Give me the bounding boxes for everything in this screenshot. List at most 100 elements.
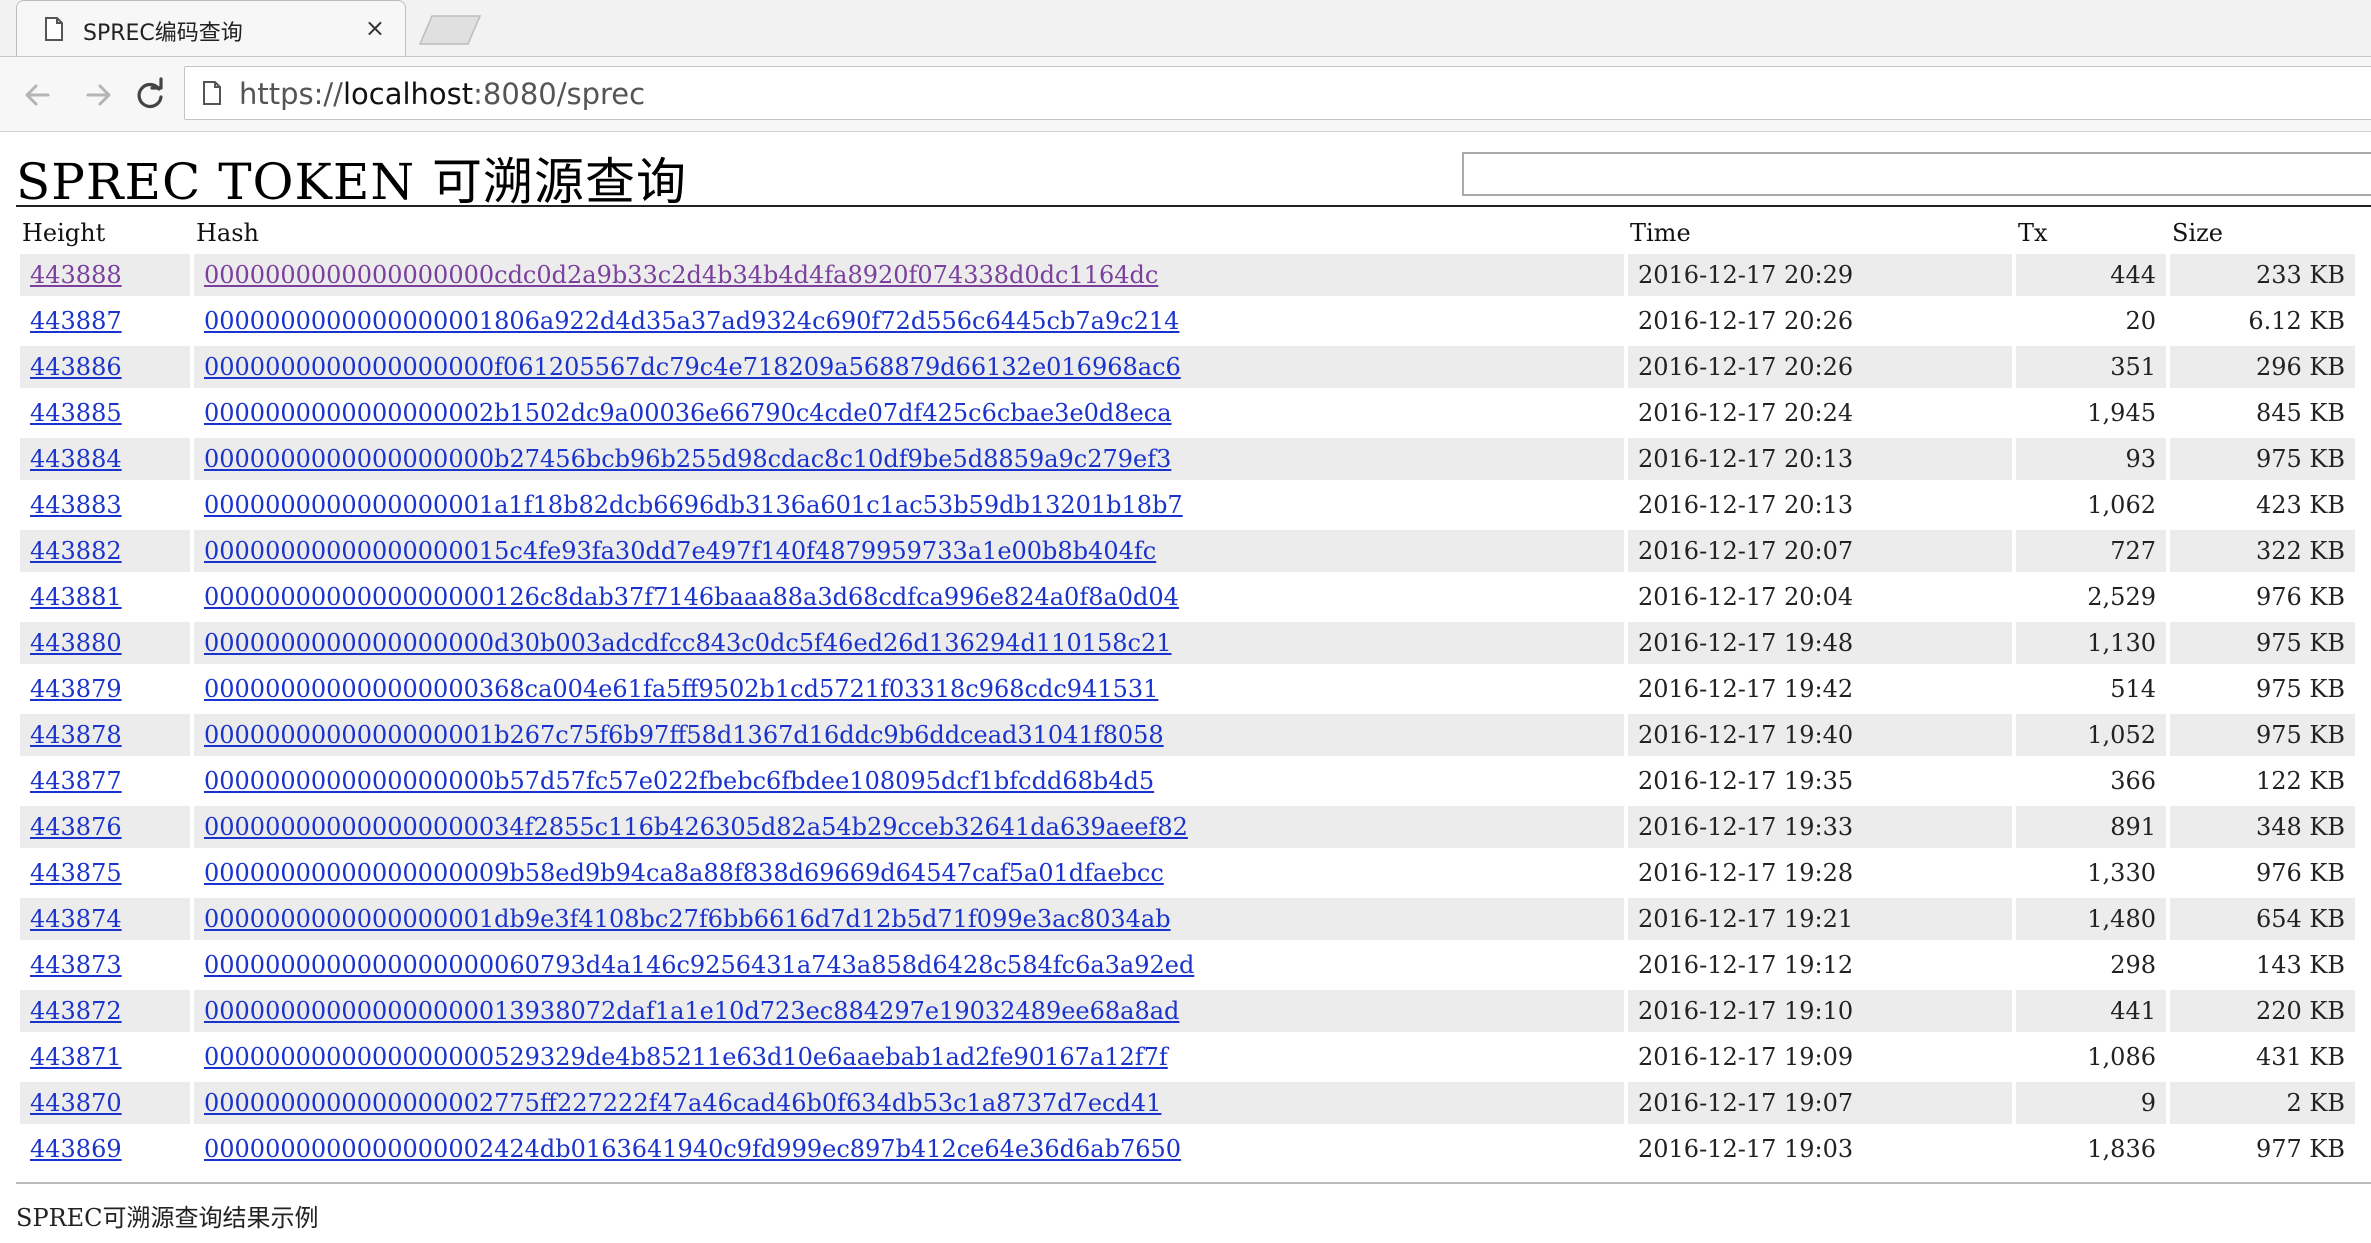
table-cell-height: 443870 [20, 1082, 190, 1124]
close-icon[interactable]: × [365, 14, 385, 42]
block-time: 2016-12-17 19:12 [1638, 951, 1854, 979]
block-time: 2016-12-17 19:48 [1638, 629, 1854, 657]
table-cell-tx: 444 [2016, 254, 2166, 296]
block-height-link[interactable]: 443881 [30, 583, 122, 611]
block-tx-count: 1,836 [2087, 1135, 2156, 1163]
block-hash-link[interactable]: 0000000000000000000b27456bcb96b255d98cda… [204, 445, 1171, 473]
block-tx-count: 351 [2110, 353, 2156, 381]
table-row: 443877 0000000000000000000b57d57fc57e022f… [20, 760, 2355, 802]
url-text: https://localhost:8080/sprec [239, 77, 645, 111]
table-cell-time: 2016-12-17 20:04 [1628, 576, 2012, 618]
table-cell-height: 443879 [20, 668, 190, 710]
table-header-row: Height Hash Time Tx Size [20, 212, 2355, 250]
table-cell-size: 976 KB [2170, 852, 2355, 894]
block-hash-link[interactable]: 0000000000000000000060793d4a146c9256431a… [204, 951, 1194, 979]
block-height-link[interactable]: 443874 [30, 905, 122, 933]
bottom-divider [16, 1182, 2371, 1184]
block-hash-link[interactable]: 0000000000000000001db9e3f4108bc27f6bb661… [204, 905, 1171, 933]
page-title: SPREC TOKEN 可溯源查询 [16, 153, 688, 211]
table-cell-height: 443880 [20, 622, 190, 664]
block-height-link[interactable]: 443878 [30, 721, 122, 749]
block-size: 348 KB [2255, 813, 2345, 841]
block-height-link[interactable]: 443886 [30, 353, 122, 381]
url-scheme: https:// [239, 77, 343, 111]
table-row: 443876 000000000000000000034f2855c116b426… [20, 806, 2355, 848]
block-hash-link[interactable]: 00000000000000000009b58ed9b94ca8a88f838d… [204, 859, 1164, 887]
block-size: 977 KB [2255, 1135, 2345, 1163]
block-height-link[interactable]: 443873 [30, 951, 122, 979]
block-hash-link[interactable]: 000000000000000000034f2855c116b426305d82… [204, 813, 1188, 841]
forward-arrow-icon[interactable] [78, 75, 118, 115]
block-height-link[interactable]: 443875 [30, 859, 122, 887]
table-cell-tx: 1,836 [2016, 1128, 2166, 1170]
block-height-link[interactable]: 443880 [30, 629, 122, 657]
table-cell-size: 233 KB [2170, 254, 2355, 296]
table-cell-hash: 0000000000000000002424db0163641940c9fd99… [194, 1128, 1624, 1170]
address-bar[interactable]: https://localhost:8080/sprec [184, 66, 2371, 120]
block-height-link[interactable]: 443870 [30, 1089, 122, 1117]
block-tx-count: 1,052 [2087, 721, 2156, 749]
block-tx-count: 9 [2140, 1089, 2156, 1117]
block-time: 2016-12-17 19:10 [1638, 997, 1854, 1025]
block-time: 2016-12-17 19:21 [1638, 905, 1854, 933]
block-hash-link[interactable]: 0000000000000000000529329de4b85211e63d10… [204, 1043, 1168, 1071]
table-cell-size: 2 KB [2170, 1082, 2355, 1124]
new-tab-button[interactable] [418, 14, 484, 46]
block-hash-link[interactable]: 000000000000000000013938072daf1a1e10d723… [204, 997, 1179, 1025]
block-size: 654 KB [2255, 905, 2345, 933]
block-hash-link[interactable]: 0000000000000000001a1f18b82dcb6696db3136… [204, 491, 1183, 519]
block-hash-link[interactable]: 0000000000000000000cdc0d2a9b33c2d4b34b4d… [204, 261, 1158, 289]
block-hash-link[interactable]: 0000000000000000002775ff227222f47a46cad4… [204, 1089, 1161, 1117]
block-hash-link[interactable]: 0000000000000000000126c8dab37f7146baaa88… [204, 583, 1179, 611]
block-hash-link[interactable]: 0000000000000000002424db0163641940c9fd99… [204, 1135, 1181, 1163]
table-cell-hash: 0000000000000000000d30b003adcdfcc843c0dc… [194, 622, 1624, 664]
figure-caption: SPREC可溯源查询结果示例 [16, 1204, 319, 1232]
table-cell-hash: 0000000000000000001db9e3f4108bc27f6bb661… [194, 898, 1624, 940]
block-size: 6.12 KB [2248, 307, 2345, 335]
block-hash-link[interactable]: 0000000000000000001b267c75f6b97ff58d1367… [204, 721, 1164, 749]
table-cell-time: 2016-12-17 19:12 [1628, 944, 2012, 986]
block-hash-link[interactable]: 00000000000000000015c4fe93fa30dd7e497f14… [204, 537, 1156, 565]
table-cell-tx: 2,529 [2016, 576, 2166, 618]
block-height-link[interactable]: 443877 [30, 767, 122, 795]
table-cell-hash: 0000000000000000001b267c75f6b97ff58d1367… [194, 714, 1624, 756]
block-height-link[interactable]: 443879 [30, 675, 122, 703]
page-icon [203, 81, 221, 105]
block-height-link[interactable]: 443872 [30, 997, 122, 1025]
block-height-link[interactable]: 443888 [30, 261, 122, 289]
block-height-link[interactable]: 443885 [30, 399, 122, 427]
column-header-hash: Hash [196, 219, 260, 247]
table-row: 443880 0000000000000000000d30b003adcdfcc8… [20, 622, 2355, 664]
table-cell-height: 443877 [20, 760, 190, 802]
block-height-link[interactable]: 443882 [30, 537, 122, 565]
table-cell-tx: 366 [2016, 760, 2166, 802]
block-hash-link[interactable]: 0000000000000000002b1502dc9a00036e66790c… [204, 399, 1172, 427]
browser-tab[interactable]: SPREC编码查询 × [16, 0, 406, 56]
table-cell-size: 143 KB [2170, 944, 2355, 986]
block-height-link[interactable]: 443869 [30, 1135, 122, 1163]
search-input[interactable] [1462, 152, 2371, 196]
table-cell-size: 431 KB [2170, 1036, 2355, 1078]
table-cell-height: 443883 [20, 484, 190, 526]
block-tx-count: 93 [2125, 445, 2156, 473]
block-hash-link[interactable]: 0000000000000000000d30b003adcdfcc843c0dc… [204, 629, 1172, 657]
block-tx-count: 1,086 [2087, 1043, 2156, 1071]
block-height-link[interactable]: 443887 [30, 307, 122, 335]
block-hash-link[interactable]: 0000000000000000001806a922d4d35a37ad9324… [204, 307, 1179, 335]
back-arrow-icon[interactable] [18, 75, 58, 115]
table-cell-time: 2016-12-17 19:42 [1628, 668, 2012, 710]
block-hash-link[interactable]: 000000000000000000368ca004e61fa5ff9502b1… [204, 675, 1158, 703]
block-hash-link[interactable]: 0000000000000000000b57d57fc57e022fbebc6f… [204, 767, 1154, 795]
block-height-link[interactable]: 443876 [30, 813, 122, 841]
block-height-link[interactable]: 443883 [30, 491, 122, 519]
block-hash-link[interactable]: 0000000000000000000f061205567dc79c4e7182… [204, 353, 1181, 381]
block-height-link[interactable]: 443871 [30, 1043, 122, 1071]
block-height-link[interactable]: 443884 [30, 445, 122, 473]
table-cell-height: 443887 [20, 300, 190, 342]
reload-icon[interactable] [130, 75, 170, 115]
table-cell-height: 443885 [20, 392, 190, 434]
block-size: 431 KB [2255, 1043, 2345, 1071]
table-cell-tx: 351 [2016, 346, 2166, 388]
block-time: 2016-12-17 20:26 [1638, 353, 1854, 381]
table-cell-time: 2016-12-17 20:26 [1628, 300, 2012, 342]
